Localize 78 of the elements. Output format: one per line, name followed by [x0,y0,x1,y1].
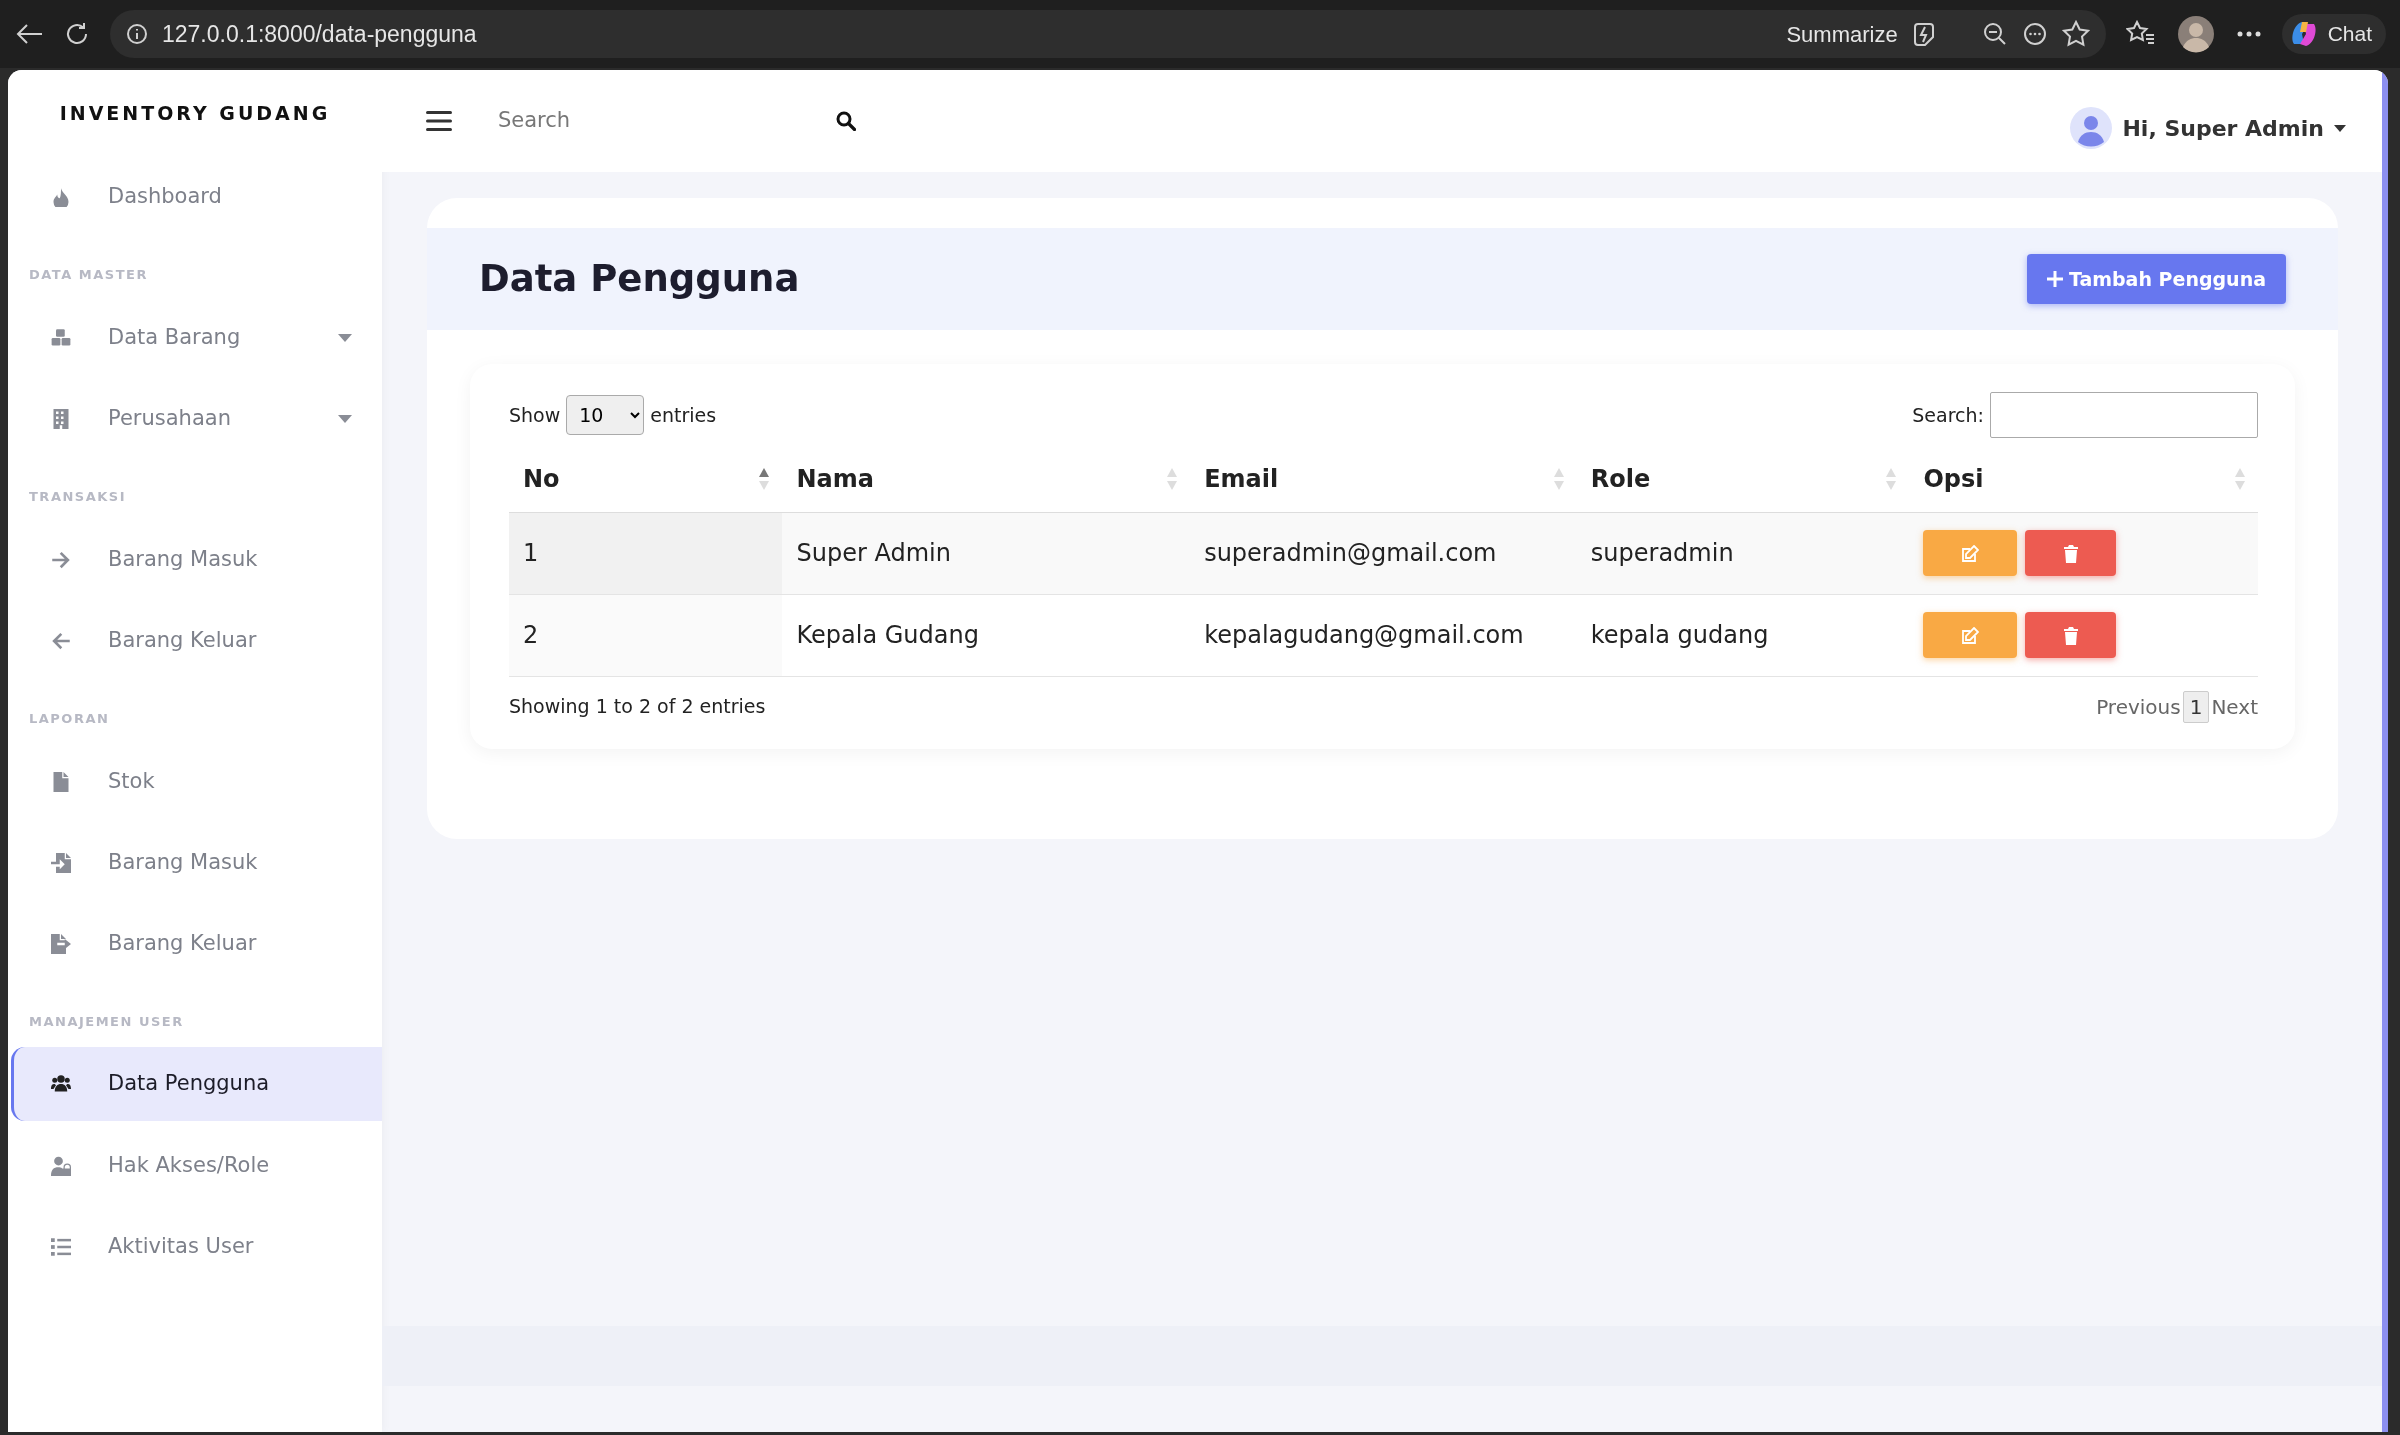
table-cell: Super Admin [782,512,1191,594]
sidebar-item[interactable]: Barang Masuk [8,519,382,600]
flame-icon [51,186,71,207]
sidebar-item[interactable]: Data Pengguna [11,1047,382,1121]
arrow-right-icon [51,549,71,570]
list-icon [51,1236,71,1257]
sidebar-item[interactable]: Dashboard [8,156,382,237]
trash-icon [2062,545,2079,563]
users-icon [51,1074,71,1094]
page-title: Data Pengguna [479,256,800,302]
table-cell: kepalagudang@gmail.com [1190,594,1577,676]
section-heading: LAPORAN [29,711,110,726]
delete-button[interactable] [2025,612,2117,658]
info-icon [126,23,148,45]
section-heading: MANAJEMEN USER [29,1014,184,1029]
address-bar[interactable]: 127.0.0.1:8000/data-pengguna Summarize [110,10,2106,58]
building-icon [51,408,71,429]
trash-icon [2062,627,2079,645]
back-icon [14,22,44,46]
page-link[interactable]: 1 [2182,690,2210,723]
column-header[interactable]: Opsi [1909,446,2258,512]
table-cell: kepala gudang [1576,594,1910,676]
edit-button[interactable] [1923,612,2018,658]
next-link[interactable]: Next [2211,691,2258,722]
edit-icon [1961,545,1980,563]
column-header[interactable]: Role [1576,446,1910,512]
sidebar-item[interactable]: Barang Keluar [8,903,382,984]
table-cell: 2 [509,594,783,676]
sidebar-item[interactable]: Barang Keluar [8,600,382,681]
file-import-icon [51,852,71,873]
table-cell: superadmin@gmail.com [1190,512,1577,594]
edit-icon [1961,627,1980,645]
plus-icon [2046,271,2063,287]
reload-icon [64,21,90,47]
user-menu[interactable]: Hi, Super Admin [2122,111,2324,145]
previous-link[interactable]: Previous [2096,691,2181,722]
profile-avatar [2175,14,2216,54]
more-icon [2021,21,2048,47]
user-lock-icon [51,1155,71,1176]
table-info: Showing 1 to 2 of 2 entries [509,694,766,720]
summarize-button[interactable]: Summarize [1786,17,1898,51]
arrow-left-icon [51,630,71,651]
search-icon [836,111,856,131]
table-cell: Kepala Gudang [782,594,1191,676]
sidebar-item[interactable]: Perusahaan [8,378,382,459]
more-icon [2235,30,2262,38]
cubes-icon [51,327,71,348]
sidebar-item[interactable]: Aktivitas User [8,1206,382,1287]
search-field[interactable]: Search [496,104,836,138]
app-brand: INVENTORY GUDANG [58,100,332,126]
zoom-out-icon [1981,21,2008,47]
section-heading: TRANSAKSI [29,489,127,504]
sidebar-item[interactable]: Barang Masuk [8,822,382,903]
menu-icon [426,110,452,132]
url-text: 127.0.0.1:8000/data-pengguna [162,19,477,49]
caret-icon [2334,124,2346,132]
table-search-field[interactable] [1990,392,2258,438]
section-heading: DATA MASTER [29,267,148,282]
column-header[interactable]: Email [1190,446,1577,512]
edit-button[interactable] [1923,530,2018,576]
sidebar-item[interactable]: Data Barang [8,297,382,378]
column-header[interactable]: Nama [782,446,1191,512]
add-user-button[interactable]: Tambah Pengguna [2026,254,2286,304]
star-icon [2061,20,2090,48]
delete-button[interactable] [2025,530,2117,576]
column-header[interactable]: No [509,446,783,512]
sidebar-item[interactable]: Stok [8,741,382,822]
sidebar-item[interactable]: Hak Akses/Role [8,1125,382,1206]
entries-label: entries [650,402,717,428]
avatar-icon [2070,107,2113,149]
search-label: Search: [1912,402,1984,428]
page-size-select[interactable]: 10 [566,395,645,435]
summarize-icon [1911,21,1936,47]
file-export-icon [51,933,71,954]
file-icon [51,771,71,792]
table-cell: 1 [509,512,783,594]
show-label: Show [509,402,561,428]
table-cell: superadmin [1576,512,1910,594]
